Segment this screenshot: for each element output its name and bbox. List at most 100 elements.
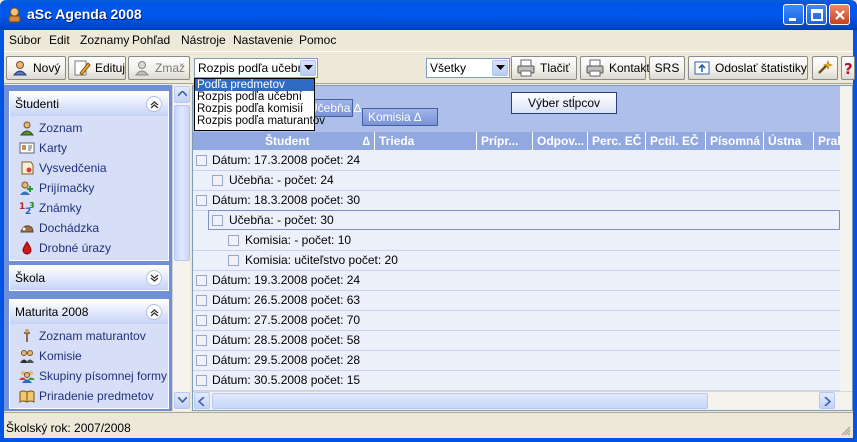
delete-button[interactable]: Zmaž bbox=[128, 56, 190, 80]
close-button[interactable] bbox=[829, 4, 850, 25]
navigation-scrollbar[interactable] bbox=[172, 85, 190, 411]
table-row[interactable]: Dátum: 19.3.2008 počet: 24 bbox=[193, 270, 840, 290]
print-button[interactable]: Tlačiť bbox=[511, 56, 577, 80]
expand-toggle[interactable] bbox=[196, 355, 207, 366]
view-mode-dropdown-button[interactable] bbox=[300, 60, 316, 76]
horizontal-scroll-thumb[interactable] bbox=[212, 393, 708, 409]
sidebar-item-drobne-urazy[interactable]: Drobné úrazy bbox=[10, 238, 168, 258]
expand-toggle[interactable] bbox=[196, 295, 207, 306]
table-row[interactable]: Dátum: 26.5.2008 počet: 63 bbox=[193, 290, 840, 310]
scroll-down-button[interactable] bbox=[174, 392, 190, 409]
group-chip-komisia[interactable]: Komisia ∆ bbox=[362, 108, 438, 126]
expand-toggle[interactable] bbox=[196, 375, 207, 386]
expand-toggle[interactable] bbox=[196, 315, 207, 326]
table-row[interactable]: Dátum: 30.5.2008 počet: 15 bbox=[193, 370, 840, 390]
column-header-prakticka[interactable]: Praktic bbox=[814, 132, 840, 150]
sidebar-item-komisie[interactable]: Komisie bbox=[10, 346, 168, 366]
menu-help[interactable]: Pomoc bbox=[299, 33, 336, 47]
column-header-student[interactable]: Študent ∆ bbox=[193, 132, 375, 150]
expand-toggle[interactable] bbox=[196, 275, 207, 286]
column-header-pctil-ec[interactable]: Pctil. EČ bbox=[646, 132, 706, 150]
menu-settings[interactable]: Nastavenie bbox=[233, 33, 293, 47]
menu-lists[interactable]: Zoznamy bbox=[80, 33, 129, 47]
table-row[interactable]: Dátum: 28.5.2008 počet: 58 bbox=[193, 330, 840, 350]
column-header-ustna[interactable]: Ústna bbox=[764, 132, 814, 150]
admissions-icon bbox=[20, 181, 33, 195]
sidebar-item-dochadzka[interactable]: Dochádzka bbox=[10, 218, 168, 238]
title-bar[interactable]: aSc Agenda 2008 bbox=[0, 0, 857, 30]
dropdown-option-rozpis-komisii[interactable]: Rozpis podľa komisií bbox=[195, 103, 314, 115]
table-row[interactable]: Dátum: 27.5.2008 počet: 70 bbox=[193, 310, 840, 330]
table-row[interactable]: Dátum: 29.5.2008 počet: 28 bbox=[193, 350, 840, 370]
expand-toggle[interactable] bbox=[196, 335, 207, 346]
sidebar-item-prijimacky[interactable]: Prijímačky bbox=[10, 178, 168, 198]
group-chip-label: Učebňa bbox=[309, 101, 351, 115]
menu-tools[interactable]: Nástroje bbox=[181, 33, 226, 47]
table-row[interactable]: Dátum: 17.3.2008 počet: 24 bbox=[193, 150, 840, 170]
scroll-right-button[interactable] bbox=[819, 392, 835, 409]
filter-value: Všetky bbox=[430, 61, 467, 75]
table-row-focused[interactable]: Učebňa: - počet: 30 bbox=[208, 210, 840, 230]
minimize-button[interactable] bbox=[783, 4, 804, 25]
expand-toggle[interactable] bbox=[212, 175, 223, 186]
contact-button[interactable]: Kontakt bbox=[580, 56, 650, 80]
new-user-icon bbox=[12, 61, 28, 76]
edit-pencil-icon bbox=[74, 60, 91, 76]
nav-group-title: Študenti bbox=[15, 97, 60, 111]
table-row[interactable]: Učebňa: - počet: 24 bbox=[193, 170, 840, 190]
maximize-icon bbox=[811, 9, 823, 21]
nav-group-header-maturita[interactable]: Maturita 2008 bbox=[10, 300, 168, 324]
sidebar-item-znamky[interactable]: 123 Známky bbox=[10, 198, 168, 218]
sidebar-item-vysvedcenia[interactable]: Vysvedčenia bbox=[10, 158, 168, 178]
column-header-pripr[interactable]: Prípr... bbox=[477, 132, 533, 150]
column-header-trieda[interactable]: Trieda bbox=[375, 132, 477, 150]
sidebar-item-karty[interactable]: Karty bbox=[10, 138, 168, 158]
column-header-perc-ec[interactable]: Perc. EČ bbox=[588, 132, 646, 150]
expand-toggle[interactable] bbox=[196, 195, 207, 206]
help-button[interactable]: ? bbox=[841, 56, 855, 80]
status-school-year: Školský rok: 2007/2008 bbox=[6, 421, 131, 435]
wizard-button[interactable] bbox=[812, 56, 838, 80]
table-row[interactable]: Dátum: 18.3.2008 počet: 30 bbox=[193, 190, 840, 210]
expand-toggle[interactable] bbox=[196, 155, 207, 166]
menu-file[interactable]: Súbor bbox=[9, 33, 41, 47]
expand-toggle[interactable] bbox=[228, 255, 239, 266]
sidebar-item-priradenie-predmetov[interactable]: Priradenie predmetov bbox=[10, 386, 168, 406]
edit-button[interactable]: Edituj bbox=[68, 56, 126, 80]
injury-drop-icon bbox=[22, 241, 32, 255]
dropdown-option-rozpis-maturantov[interactable]: Rozpis podľa maturantov bbox=[195, 115, 325, 127]
row-text: Dátum: 18.3.2008 počet: 30 bbox=[212, 193, 361, 207]
scroll-left-button[interactable] bbox=[194, 392, 210, 409]
table-row[interactable]: Komisia: - počet: 10 bbox=[193, 230, 840, 250]
table-row[interactable]: Komisia: učiteľstvo počet: 20 bbox=[193, 250, 840, 270]
column-header-pisomna[interactable]: Písomná bbox=[706, 132, 764, 150]
resize-grip-icon[interactable] bbox=[839, 424, 851, 436]
sidebar-item-skupiny[interactable]: Skupiny písomnej formy bbox=[10, 366, 168, 386]
grid-horizontal-scrollbar[interactable] bbox=[193, 391, 852, 409]
filter-dropdown-button[interactable] bbox=[492, 60, 508, 76]
view-mode-combo[interactable]: Rozpis podľa učebn bbox=[194, 58, 318, 78]
maximize-button[interactable] bbox=[806, 4, 827, 25]
scroll-thumb[interactable] bbox=[174, 105, 190, 261]
sidebar-item-zoznam-maturantov[interactable]: Zoznam maturantov bbox=[10, 326, 168, 346]
expand-chevron-icon[interactable] bbox=[146, 270, 162, 286]
dropdown-option-rozpis-ucebni[interactable]: Rozpis podľa učební bbox=[195, 91, 314, 103]
collapse-chevron-icon[interactable] bbox=[146, 304, 162, 320]
nav-group-header-students[interactable]: Študenti bbox=[10, 92, 168, 116]
filter-combo[interactable]: Všetky bbox=[426, 58, 510, 78]
grid-vertical-scrollbar[interactable] bbox=[840, 86, 852, 391]
menu-view[interactable]: Pohľad bbox=[132, 33, 170, 47]
srs-button[interactable]: SRS bbox=[649, 56, 685, 80]
column-chooser-button[interactable]: Výber stĺpcov bbox=[511, 92, 617, 114]
expand-toggle[interactable] bbox=[228, 235, 239, 246]
scroll-up-button[interactable] bbox=[174, 86, 190, 103]
column-header-odpov[interactable]: Odpov... bbox=[533, 132, 588, 150]
expand-toggle[interactable] bbox=[212, 215, 223, 226]
dropdown-option-podla-predmetov[interactable]: Podľa predmetov bbox=[195, 79, 314, 91]
collapse-chevron-icon[interactable] bbox=[146, 96, 162, 112]
send-statistics-button[interactable]: Odoslať štatistiky bbox=[688, 56, 808, 80]
nav-group-header-school[interactable]: Škola bbox=[10, 266, 168, 290]
sidebar-item-zoznam[interactable]: Zoznam bbox=[10, 118, 168, 138]
menu-edit[interactable]: Edit bbox=[49, 33, 70, 47]
new-button[interactable]: Nový bbox=[6, 56, 66, 80]
